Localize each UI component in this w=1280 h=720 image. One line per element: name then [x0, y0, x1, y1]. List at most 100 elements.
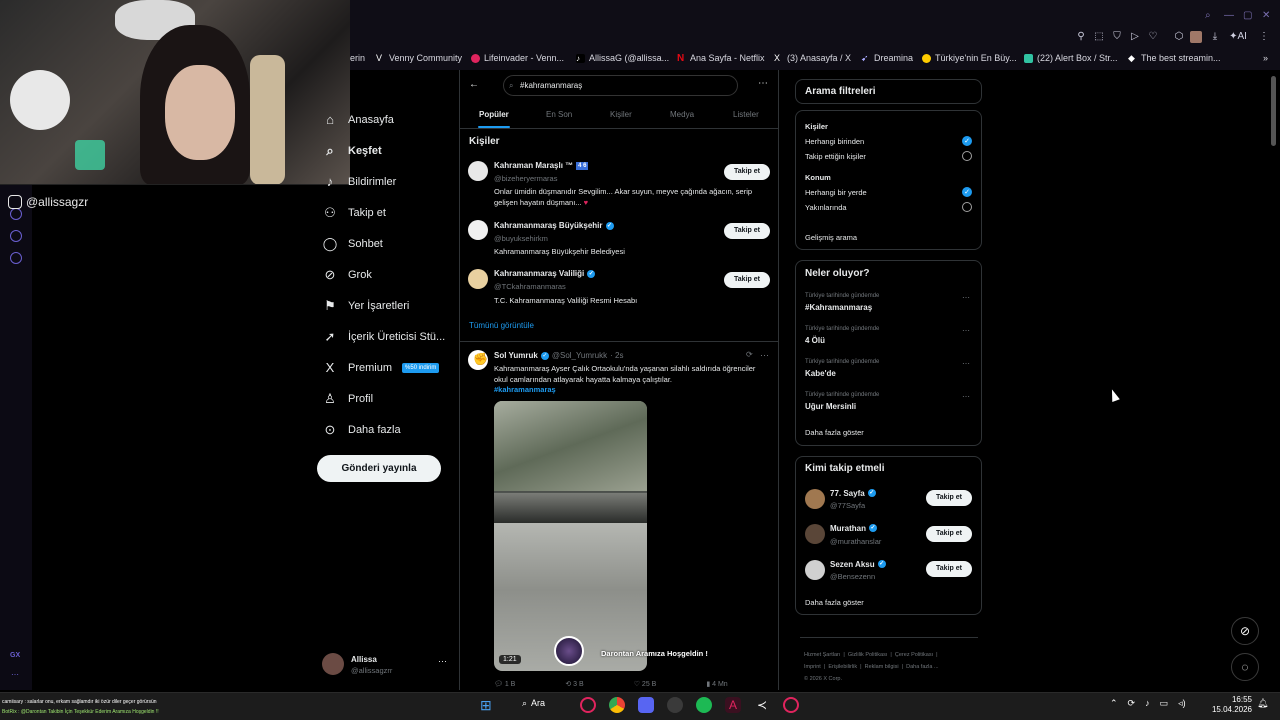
- grok-icon[interactable]: ⟳: [746, 350, 753, 359]
- filter-option[interactable]: Takip ettiğin kişiler: [805, 152, 866, 161]
- sync-icon[interactable]: ⟳: [1128, 698, 1136, 709]
- pin-icon[interactable]: ⚲: [1075, 31, 1087, 43]
- chrome-icon[interactable]: [609, 697, 625, 713]
- filter-option[interactable]: Yakınlarında: [805, 203, 847, 212]
- adobe-icon[interactable]: A: [725, 697, 741, 713]
- like-button[interactable]: ♡ 25 B: [634, 680, 657, 688]
- messages-floating-icon[interactable]: ◌: [1231, 653, 1259, 681]
- trend-name[interactable]: Uğur Mersinli: [805, 402, 856, 411]
- tab-popular[interactable]: Popüler: [479, 110, 509, 119]
- capcut-icon[interactable]: ≺: [754, 697, 770, 713]
- search-options-icon[interactable]: ⋯: [758, 78, 768, 89]
- person-name[interactable]: Kahramanmaraş Büyükşehir ✓: [494, 221, 614, 230]
- scrollbar-thumb[interactable]: [1271, 76, 1276, 146]
- discord-icon[interactable]: [638, 697, 654, 713]
- retweet-button[interactable]: ⟲ 3 B: [565, 680, 583, 688]
- nav-profile[interactable]: ♙ Profil: [322, 391, 373, 407]
- bookmark-item[interactable]: ◆ The best streamin...: [1128, 53, 1221, 63]
- heart-icon[interactable]: ♡: [1147, 31, 1159, 43]
- views-button[interactable]: ▮ 4 Mn: [706, 680, 727, 688]
- play-icon[interactable]: ▷: [1129, 31, 1141, 43]
- grok-floating-icon[interactable]: ⊘: [1231, 617, 1259, 645]
- shield-icon[interactable]: ⛉: [1111, 31, 1123, 43]
- nav-follow[interactable]: ⚇ Takip et: [322, 205, 386, 221]
- radio-empty-icon[interactable]: [962, 202, 972, 212]
- person-name[interactable]: Kahraman Maraşlı ™ 4 6: [494, 161, 589, 170]
- advanced-search-link[interactable]: Gelişmiş arama: [805, 233, 857, 242]
- minimize-icon[interactable]: —: [1224, 10, 1234, 21]
- tab-people[interactable]: Kişiler: [610, 110, 632, 119]
- tab-lists[interactable]: Listeler: [733, 110, 759, 119]
- bookmark-item[interactable]: N Ana Sayfa - Netflix: [677, 53, 765, 63]
- opera-gx-icon[interactable]: [580, 697, 596, 713]
- nav-premium[interactable]: X Premium %50 indirim: [322, 360, 440, 375]
- nav-chat[interactable]: ◯ Sohbet: [322, 236, 383, 252]
- tweet-hashtag[interactable]: #kahramanmaraş: [494, 385, 556, 394]
- microphone-icon[interactable]: ♪: [1145, 698, 1150, 709]
- footer-link[interactable]: Gizlilik Politikası: [848, 652, 887, 658]
- tweet-more-icon[interactable]: ⋯: [760, 350, 769, 361]
- tweet-author[interactable]: Sol Yumruk: [494, 351, 538, 360]
- footer-link[interactable]: Imprint: [804, 664, 821, 670]
- trend-more-icon[interactable]: ⋯: [962, 293, 970, 302]
- radio-checked-icon[interactable]: ✓: [962, 136, 972, 146]
- trend-more-icon[interactable]: ⋯: [962, 359, 970, 368]
- avatar[interactable]: [322, 653, 344, 675]
- bookmark-item[interactable]: X (3) Anasayfa / X: [774, 53, 851, 63]
- bookmark-item[interactable]: V Venny Community: [376, 53, 462, 63]
- nav-explore[interactable]: ⌕ Keşfet: [322, 143, 381, 159]
- nav-creator-studio[interactable]: ➚ İçerik Üreticisi Stü...: [322, 329, 446, 345]
- screenshot-icon[interactable]: ⬚: [1093, 31, 1105, 43]
- filter-option[interactable]: Herhangi bir yerde: [805, 188, 867, 197]
- radio-empty-icon[interactable]: [962, 151, 972, 161]
- avatar[interactable]: ✊: [468, 350, 488, 370]
- taskbar-search[interactable]: ⌕ Ara: [522, 698, 545, 709]
- filter-option[interactable]: Herhangi birinden: [805, 137, 864, 146]
- radio-checked-icon[interactable]: ✓: [962, 187, 972, 197]
- avatar[interactable]: [468, 269, 488, 289]
- show-all-link[interactable]: Tümünü görüntüle: [469, 321, 534, 330]
- bookmark-item[interactable]: erin: [350, 53, 365, 63]
- extensions-icon[interactable]: ⬡: [1173, 31, 1185, 43]
- footer-link[interactable]: Çerez Politikası: [895, 652, 933, 658]
- tweet-video[interactable]: 1:21: [494, 401, 647, 671]
- back-arrow-icon[interactable]: ←: [469, 79, 479, 90]
- tray-expand-icon[interactable]: ⌃: [1110, 698, 1118, 709]
- avatar[interactable]: [805, 560, 825, 580]
- volume-icon[interactable]: ◃): [1178, 698, 1186, 709]
- notification-icon[interactable]: 🔔︎: [1257, 698, 1268, 709]
- tab-latest[interactable]: En Son: [546, 110, 572, 119]
- footer-link[interactable]: Hizmet Şartları: [804, 652, 840, 658]
- bookmark-item[interactable]: Türkiye'nin En Büy...: [922, 53, 1017, 63]
- account-menu-icon[interactable]: ⋯: [438, 656, 447, 667]
- follow-button[interactable]: Takip et: [926, 526, 972, 542]
- obs-icon[interactable]: [667, 697, 683, 713]
- avatar[interactable]: [468, 161, 488, 181]
- trends-show-more[interactable]: Daha fazla göster: [805, 428, 864, 437]
- suggestion-name[interactable]: 77. Sayfa ✓: [830, 489, 876, 498]
- follow-button[interactable]: Takip et: [724, 272, 770, 288]
- follow-button[interactable]: Takip et: [724, 164, 770, 180]
- history-icon[interactable]: [10, 208, 22, 220]
- ai-button[interactable]: ✦AI: [1227, 31, 1249, 43]
- follow-button[interactable]: Takip et: [926, 490, 972, 506]
- trend-name[interactable]: Kabe'de: [805, 369, 836, 378]
- gx-more-icon[interactable]: ⋯: [11, 670, 19, 679]
- maximize-icon[interactable]: ▢: [1243, 10, 1252, 21]
- profile-avatar[interactable]: [1190, 31, 1202, 43]
- search-input[interactable]: ⌕ #kahramanmaraş: [503, 75, 738, 96]
- footer-link[interactable]: Reklam bilgisi: [865, 664, 899, 670]
- suggestion-name[interactable]: Murathan ✓: [830, 524, 877, 533]
- gx-settings-icon[interactable]: [10, 252, 22, 264]
- windows-start-icon[interactable]: ⊞: [480, 697, 496, 713]
- avatar[interactable]: [805, 489, 825, 509]
- nav-grok[interactable]: ⊘ Grok: [322, 267, 372, 283]
- bookmark-item[interactable]: ♪ AllissaG (@allissa...: [576, 53, 669, 63]
- bookmark-item[interactable]: ➹ Dreamina: [861, 53, 913, 63]
- messenger-icon[interactable]: [10, 230, 22, 242]
- nav-bookmarks[interactable]: ⚑ Yer İşaretleri: [322, 298, 409, 314]
- bookmark-item[interactable]: (22) Alert Box / Str...: [1024, 53, 1118, 63]
- trend-more-icon[interactable]: ⋯: [962, 326, 970, 335]
- suggestion-name[interactable]: Sezen Aksu ✓: [830, 560, 886, 569]
- footer-link[interactable]: Erişilebilirlik: [828, 664, 857, 670]
